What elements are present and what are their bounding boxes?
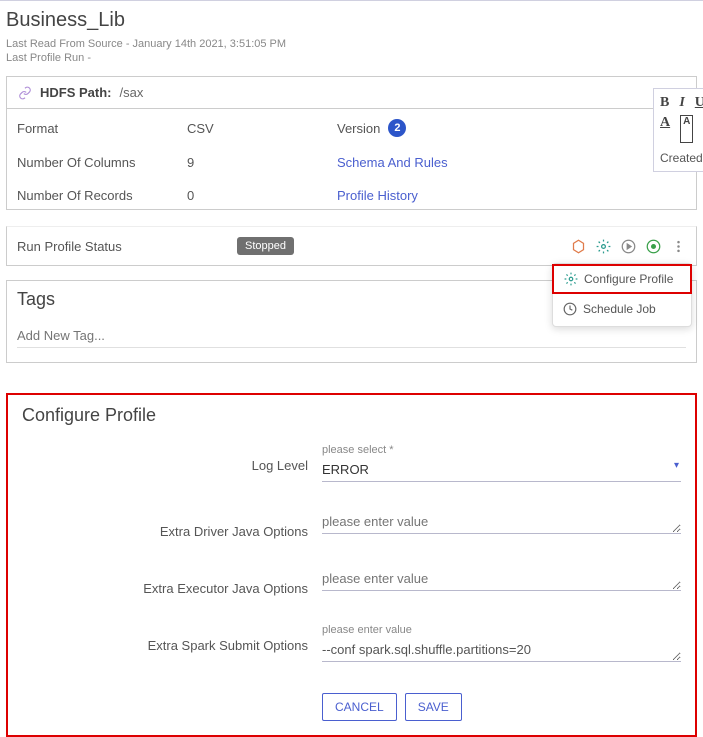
path-icon (17, 85, 32, 100)
hdfs-label: HDFS Path: (40, 85, 112, 100)
menu-schedule-job[interactable]: Schedule Job (553, 296, 691, 322)
status-label: Run Profile Status (17, 239, 237, 254)
save-button[interactable]: SAVE (405, 693, 462, 721)
spark-opts-input[interactable] (322, 638, 681, 662)
refresh-icon[interactable] (646, 239, 661, 254)
records-label: Number Of Records (17, 188, 187, 203)
log-level-select[interactable]: ERROR (322, 458, 681, 482)
profile-history-link[interactable]: Profile History (337, 188, 686, 203)
editor-side-panel: B I U S A A Sans S Created with HDFS (653, 88, 703, 172)
log-level-label: Log Level (22, 444, 322, 473)
format-value: CSV (187, 121, 337, 136)
highlight-icon[interactable]: A (680, 115, 693, 143)
side-text: Created with HDFS (660, 151, 697, 165)
executor-opts-label: Extra Executor Java Options (22, 567, 322, 596)
last-profile-meta: Last Profile Run - (6, 52, 697, 64)
configure-profile-panel: Configure Profile Log Level please selec… (6, 393, 697, 737)
run-profile-status-row: Run Profile Status Stopped Configure Pro… (6, 226, 697, 266)
gear-icon[interactable] (596, 239, 611, 254)
schema-rules-link[interactable]: Schema And Rules (337, 155, 686, 170)
columns-value: 9 (187, 155, 337, 170)
format-label: Format (17, 121, 187, 136)
info-panel: Format CSV Version 2 Number Of Columns 9… (6, 108, 697, 210)
hex-icon[interactable] (571, 239, 586, 254)
actions-menu: Configure Profile Schedule Job (552, 263, 692, 327)
spark-opts-label: Extra Spark Submit Options (22, 624, 322, 653)
cancel-button[interactable]: CANCEL (322, 693, 397, 721)
hdfs-value: /sax (120, 85, 144, 100)
italic-icon[interactable]: I (679, 95, 684, 111)
records-value: 0 (187, 188, 337, 203)
columns-label: Number Of Columns (17, 155, 187, 170)
status-chip: Stopped (237, 237, 294, 255)
driver-opts-label: Extra Driver Java Options (22, 510, 322, 539)
page-title: Business_Lib (6, 9, 697, 32)
tags-title: Tags (17, 289, 55, 310)
underline-icon[interactable]: U (695, 95, 703, 111)
log-level-hint: please select * (322, 444, 681, 456)
spark-opts-hint: please enter value (322, 624, 681, 636)
more-menu-icon[interactable] (671, 239, 686, 254)
last-read-meta: Last Read From Source - January 14th 202… (6, 38, 697, 50)
executor-opts-input[interactable] (322, 567, 681, 591)
version-label: Version (337, 121, 380, 136)
menu-label: Schedule Job (583, 302, 656, 316)
play-circle-icon[interactable] (621, 239, 636, 254)
menu-configure-profile[interactable]: Configure Profile (552, 264, 692, 294)
text-color-icon[interactable]: A (660, 115, 670, 143)
menu-label: Configure Profile (584, 272, 673, 286)
gear-icon (564, 272, 578, 286)
hdfs-path-row: HDFS Path: /sax (6, 76, 697, 108)
clock-icon (563, 302, 577, 316)
version-badge: 2 (388, 119, 406, 137)
config-title: Configure Profile (22, 405, 681, 426)
bold-icon[interactable]: B (660, 95, 669, 111)
driver-opts-input[interactable] (322, 510, 681, 534)
